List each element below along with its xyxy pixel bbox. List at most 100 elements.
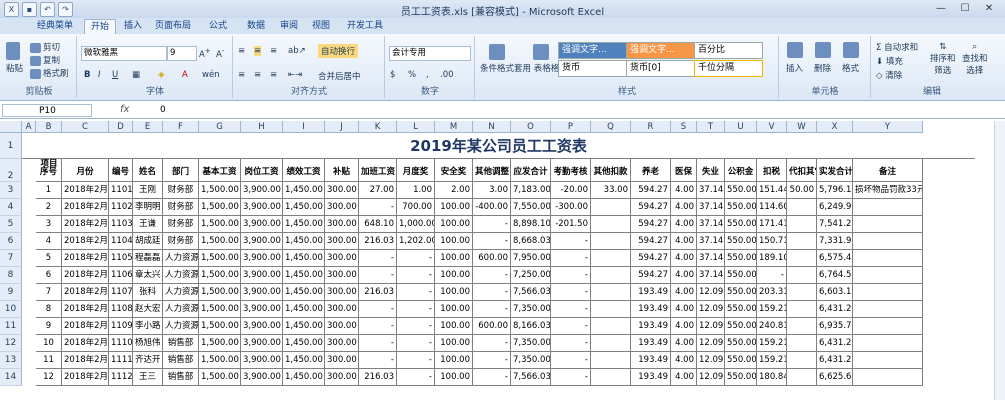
table-cell[interactable]: - [473,233,511,250]
table-cell[interactable]: 6,935.76 [817,318,853,335]
table-cell[interactable]: - [397,369,435,386]
column-header-G[interactable]: G [199,121,241,133]
table-cell[interactable]: 4.00 [671,352,697,369]
table-cell[interactable]: 1,500.00 [199,216,241,233]
table-cell[interactable]: 7,950.00 [511,250,551,267]
header-cell[interactable]: 养老 [631,159,671,182]
table-cell[interactable]: 2018年2月 [62,216,109,233]
header-cell[interactable]: 部门 [163,159,199,182]
table-cell[interactable]: 100.00 [435,250,473,267]
table-cell[interactable] [591,318,631,335]
format-painter-button[interactable]: 格式刷 [30,67,69,79]
table-cell[interactable]: 1112 [109,369,133,386]
header-cell[interactable]: 月度奖 [397,159,435,182]
table-cell[interactable]: 12.09 [697,352,725,369]
column-header-B[interactable]: B [36,121,62,133]
table-cell[interactable]: 1102 [109,199,133,216]
paste-button[interactable]: 粘贴 [6,42,23,74]
table-cell[interactable]: 3,900.00 [241,369,283,386]
table-cell[interactable]: 180.84 [757,369,787,386]
row-header-1[interactable]: 1 [0,133,22,159]
vertical-scrollbar[interactable] [994,121,1005,400]
table-cell[interactable]: 550.00 [725,369,757,386]
table-cell[interactable]: - [551,352,591,369]
table-cell[interactable]: 6,625.64 [817,369,853,386]
table-cell[interactable] [787,335,817,352]
column-header-R[interactable]: R [631,121,671,133]
tab-5[interactable]: 数据 [240,19,272,33]
table-cell[interactable]: 550.00 [725,233,757,250]
table-cell[interactable]: 193.49 [631,318,671,335]
comma-button[interactable]: , [426,70,429,80]
insert-cells-button[interactable]: 插入 [786,42,803,74]
table-cell[interactable]: 114.60 [757,199,787,216]
header-cell[interactable]: 基本工资 [199,159,241,182]
table-cell[interactable]: - [359,250,397,267]
table-cell[interactable]: 1,500.00 [199,199,241,216]
column-header-P[interactable]: P [551,121,591,133]
table-cell[interactable]: 1,500.00 [199,335,241,352]
style-accent-1[interactable]: 强调文字... [558,42,627,59]
table-cell[interactable]: 9 [36,318,62,335]
table-cell[interactable]: - [473,335,511,352]
table-cell[interactable]: 594.27 [631,199,671,216]
table-cell[interactable]: 王刚 [133,182,163,199]
table-cell[interactable]: 100.00 [435,301,473,318]
column-header-D[interactable]: D [109,121,133,133]
table-cell[interactable]: 100.00 [435,352,473,369]
table-cell[interactable] [591,369,631,386]
table-cell[interactable]: 300.00 [325,284,359,301]
maximize-button[interactable]: ☐ [953,1,977,16]
header-cell[interactable]: 姓名 [133,159,163,182]
table-cell[interactable]: 550.00 [725,318,757,335]
decimal-button[interactable]: .00 [440,70,454,80]
table-cell[interactable]: 7,541.28 [817,216,853,233]
table-cell[interactable]: 1104 [109,233,133,250]
table-cell[interactable]: 1,500.00 [199,267,241,284]
table-cell[interactable]: 7,550.00 [511,199,551,216]
tab-6[interactable]: 审阅 [276,19,302,33]
table-cell[interactable]: - [359,335,397,352]
table-cell[interactable]: - [397,352,435,369]
table-cell[interactable]: 杨旭伟 [133,335,163,352]
table-cell[interactable]: 1111 [109,352,133,369]
table-cell[interactable] [787,199,817,216]
table-cell[interactable]: 3,900.00 [241,318,283,335]
table-cell[interactable] [787,216,817,233]
table-cell[interactable]: 张科 [133,284,163,301]
table-cell[interactable]: - [473,284,511,301]
table-cell[interactable]: 189.10 [757,250,787,267]
table-cell[interactable]: 1,450.00 [283,233,325,250]
table-cell[interactable]: 550.00 [725,267,757,284]
header-cell[interactable]: 扣税 [757,159,787,182]
style-accent-2[interactable]: 强调文字... [626,42,695,59]
align-middle-button[interactable]: ≡ [254,46,262,56]
clear-button[interactable]: ◇ 清除 [876,69,902,81]
column-header-W[interactable]: W [787,121,817,133]
format-cells-button[interactable]: 格式 [842,42,859,74]
table-cell[interactable]: 3.00 [473,182,511,199]
table-cell[interactable]: 2018年2月 [62,182,109,199]
table-cell[interactable]: 1,450.00 [283,182,325,199]
table-cell[interactable]: 人力资源 [163,301,199,318]
table-cell[interactable]: - [757,267,787,284]
table-cell[interactable]: -400.00 [473,199,511,216]
tab-1[interactable]: 开始 [84,19,116,34]
column-header-C[interactable]: C [62,121,109,133]
table-cell[interactable]: 赵大宏 [133,301,163,318]
table-cell[interactable]: 3 [36,216,62,233]
table-cell[interactable]: 12.09 [697,369,725,386]
table-cell[interactable]: - [551,369,591,386]
align-right-button[interactable]: ≡ [270,70,277,80]
table-cell[interactable]: 151.44 [757,182,787,199]
table-cell[interactable]: 300.00 [325,352,359,369]
table-cell[interactable] [853,301,923,318]
row-header-10[interactable]: 10 [0,301,22,318]
table-cell[interactable] [787,284,817,301]
table-cell[interactable] [787,352,817,369]
table-cell[interactable]: - [397,284,435,301]
table-cell[interactable]: 37.14 [697,233,725,250]
table-cell[interactable]: 3,900.00 [241,267,283,284]
table-cell[interactable]: 2018年2月 [62,318,109,335]
table-cell[interactable]: 1108 [109,301,133,318]
